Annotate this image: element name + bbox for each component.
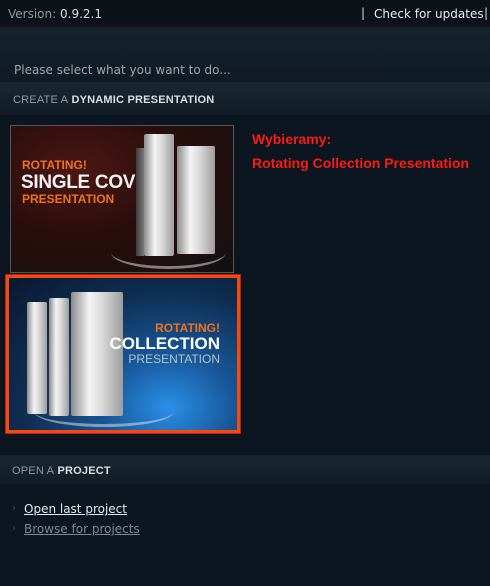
collection-presentation-card[interactable]: ROTATING! COLLECTION PRESENTATION [6, 275, 240, 433]
card-caption: PRESENTATION [128, 352, 220, 366]
prompt-text: Please select what you want to do... [14, 63, 231, 77]
annotation-heading: Wybieramy: [252, 131, 332, 147]
version-number: 0.9.2.1 [60, 7, 102, 21]
create-section-header: CREATE A DYNAMIC PRESENTATION [0, 82, 490, 115]
section-title: PROJECT [57, 465, 111, 477]
version-info: Version: 0.9.2.1 [8, 7, 102, 21]
prompt-area: Please select what you want to do... [0, 27, 490, 82]
card-caption: PRESENTATION [22, 192, 115, 206]
version-label: Version: [8, 7, 57, 21]
open-last-project-link[interactable]: Open last project [24, 502, 127, 516]
section-prefix: CREATE A [13, 94, 69, 106]
section-prefix: OPEN A [12, 465, 55, 477]
card-subtitle: ROTATING! [155, 321, 220, 335]
browse-projects-link[interactable]: Browse for projects [24, 522, 140, 536]
check-for-updates-link[interactable]: Check for updates [374, 7, 484, 21]
separator: | [484, 6, 489, 20]
chevron-right-icon: › [12, 503, 16, 514]
open-section-header: OPEN A PROJECT [0, 455, 490, 485]
chevron-right-icon: › [12, 523, 16, 534]
top-bar: Version: 0.9.2.1 | Check for updates | [0, 0, 490, 27]
annotation-selection: Rotating Collection Presentation [252, 155, 470, 171]
single-cover-presentation-card[interactable]: ROTATING! SINGLE COVER PRESENTATION [10, 125, 234, 273]
rotation-arrow-graphic [34, 396, 174, 427]
card-subtitle: ROTATING! [22, 158, 87, 172]
rotation-arrow-graphic [111, 236, 226, 269]
section-title: DYNAMIC PRESENTATION [71, 94, 215, 106]
card-title: COLLECTION [109, 334, 221, 353]
dvd-case-graphic [27, 302, 47, 414]
separator: | [361, 6, 366, 20]
